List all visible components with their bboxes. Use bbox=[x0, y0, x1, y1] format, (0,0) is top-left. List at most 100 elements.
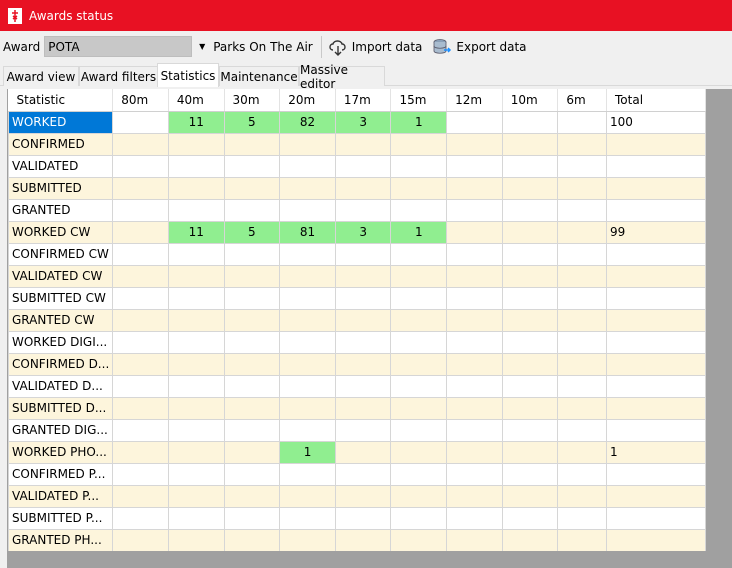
stat-cell[interactable] bbox=[501, 440, 559, 464]
stat-cell[interactable] bbox=[501, 242, 559, 266]
stat-cell[interactable] bbox=[112, 110, 169, 134]
stat-cell[interactable] bbox=[334, 198, 392, 222]
stat-cell[interactable] bbox=[501, 110, 559, 134]
column-header[interactable]: 12m bbox=[446, 89, 503, 112]
stat-cell[interactable] bbox=[112, 242, 169, 266]
stat-cell[interactable]: 11 bbox=[167, 110, 225, 134]
total-cell[interactable] bbox=[606, 528, 706, 552]
stat-cell[interactable] bbox=[557, 132, 608, 156]
row-label-cell[interactable]: CONFIRMED CW bbox=[7, 242, 114, 266]
stat-cell[interactable] bbox=[501, 506, 559, 530]
stat-cell[interactable] bbox=[112, 198, 169, 222]
stat-cell[interactable] bbox=[223, 198, 281, 222]
row-label-cell[interactable]: WORKED PHO... bbox=[7, 440, 114, 464]
stat-cell[interactable] bbox=[557, 286, 608, 310]
row-label-cell[interactable]: SUBMITTED P... bbox=[7, 506, 114, 530]
stat-cell[interactable] bbox=[501, 132, 559, 156]
stat-cell[interactable] bbox=[223, 264, 281, 288]
column-header[interactable]: 30m bbox=[224, 89, 281, 112]
stat-cell[interactable] bbox=[446, 462, 503, 486]
column-header[interactable]: 80m bbox=[112, 89, 169, 112]
stat-cell[interactable]: 3 bbox=[334, 220, 392, 244]
column-header[interactable]: Statistic bbox=[8, 89, 114, 112]
stat-cell[interactable] bbox=[167, 418, 225, 442]
stat-cell[interactable] bbox=[446, 506, 503, 530]
stat-cell[interactable] bbox=[557, 176, 608, 200]
stat-cell[interactable] bbox=[112, 506, 169, 530]
stat-cell[interactable] bbox=[501, 528, 559, 552]
stat-cell[interactable]: 5 bbox=[223, 220, 281, 244]
stat-cell[interactable] bbox=[501, 462, 559, 486]
row-label-cell[interactable]: CONFIRMED D... bbox=[7, 352, 114, 376]
row-label-cell[interactable]: GRANTED CW bbox=[7, 308, 114, 332]
stat-cell[interactable] bbox=[501, 198, 559, 222]
stat-cell[interactable] bbox=[390, 484, 448, 508]
stat-cell[interactable] bbox=[334, 506, 392, 530]
stat-cell[interactable] bbox=[501, 264, 559, 288]
stat-cell[interactable] bbox=[279, 132, 336, 156]
stat-cell[interactable] bbox=[112, 418, 169, 442]
stat-cell[interactable] bbox=[223, 330, 281, 354]
stat-cell[interactable] bbox=[446, 330, 503, 354]
stat-cell[interactable] bbox=[446, 484, 503, 508]
stat-cell[interactable] bbox=[390, 154, 448, 178]
stat-cell[interactable] bbox=[167, 374, 225, 398]
stat-cell[interactable] bbox=[279, 308, 336, 332]
stat-cell[interactable] bbox=[501, 374, 559, 398]
stat-cell[interactable] bbox=[167, 132, 225, 156]
stat-cell[interactable] bbox=[279, 506, 336, 530]
stat-cell[interactable] bbox=[557, 154, 608, 178]
row-label-cell[interactable]: GRANTED DIG... bbox=[7, 418, 114, 442]
total-cell[interactable] bbox=[606, 176, 706, 200]
stat-cell[interactable] bbox=[112, 220, 169, 244]
stat-cell[interactable] bbox=[446, 220, 503, 244]
stat-cell[interactable] bbox=[279, 374, 336, 398]
row-label-cell[interactable]: CONFIRMED bbox=[7, 132, 114, 156]
stat-cell[interactable] bbox=[167, 462, 225, 486]
stat-cell[interactable] bbox=[501, 352, 559, 376]
stat-cell[interactable] bbox=[279, 176, 336, 200]
stat-cell[interactable] bbox=[501, 418, 559, 442]
stat-cell[interactable] bbox=[167, 440, 225, 464]
stat-cell[interactable] bbox=[112, 264, 169, 288]
stat-cell[interactable] bbox=[446, 352, 503, 376]
stat-cell[interactable] bbox=[501, 154, 559, 178]
total-cell[interactable]: 1 bbox=[606, 440, 706, 464]
stat-cell[interactable] bbox=[557, 462, 608, 486]
stat-cell[interactable] bbox=[223, 440, 281, 464]
stat-cell[interactable] bbox=[167, 264, 225, 288]
chevron-down-icon[interactable]: ▼ bbox=[195, 42, 209, 51]
total-cell[interactable] bbox=[606, 132, 706, 156]
stat-cell[interactable] bbox=[390, 374, 448, 398]
stat-cell[interactable] bbox=[446, 418, 503, 442]
row-label-cell[interactable]: WORKED bbox=[7, 110, 114, 134]
row-label-cell[interactable]: SUBMITTED bbox=[7, 176, 114, 200]
stat-cell[interactable] bbox=[167, 484, 225, 508]
stat-cell[interactable] bbox=[446, 110, 503, 134]
stat-cell[interactable] bbox=[446, 176, 503, 200]
stat-cell[interactable] bbox=[390, 528, 448, 552]
tab-massive-editor[interactable]: Massive editor bbox=[299, 63, 385, 91]
stat-cell[interactable] bbox=[167, 308, 225, 332]
stat-cell[interactable] bbox=[334, 418, 392, 442]
stat-cell[interactable] bbox=[334, 242, 392, 266]
stat-cell[interactable] bbox=[557, 374, 608, 398]
stat-cell[interactable] bbox=[167, 242, 225, 266]
stat-cell[interactable] bbox=[557, 352, 608, 376]
stat-cell[interactable] bbox=[334, 462, 392, 486]
row-label-cell[interactable]: SUBMITTED D... bbox=[7, 396, 114, 420]
stat-cell[interactable] bbox=[446, 242, 503, 266]
stat-cell[interactable] bbox=[167, 506, 225, 530]
stat-cell[interactable] bbox=[557, 528, 608, 552]
row-label-cell[interactable]: CONFIRMED P... bbox=[7, 462, 114, 486]
stat-cell[interactable] bbox=[167, 176, 225, 200]
stat-cell[interactable] bbox=[334, 440, 392, 464]
stat-cell[interactable] bbox=[112, 286, 169, 310]
stat-cell[interactable] bbox=[390, 462, 448, 486]
stat-cell[interactable] bbox=[112, 528, 169, 552]
total-cell[interactable] bbox=[606, 154, 706, 178]
tab-statistics[interactable]: Statistics bbox=[157, 63, 219, 87]
stat-cell[interactable] bbox=[557, 396, 608, 420]
column-header[interactable]: 17m bbox=[335, 89, 392, 112]
stat-cell[interactable] bbox=[279, 242, 336, 266]
